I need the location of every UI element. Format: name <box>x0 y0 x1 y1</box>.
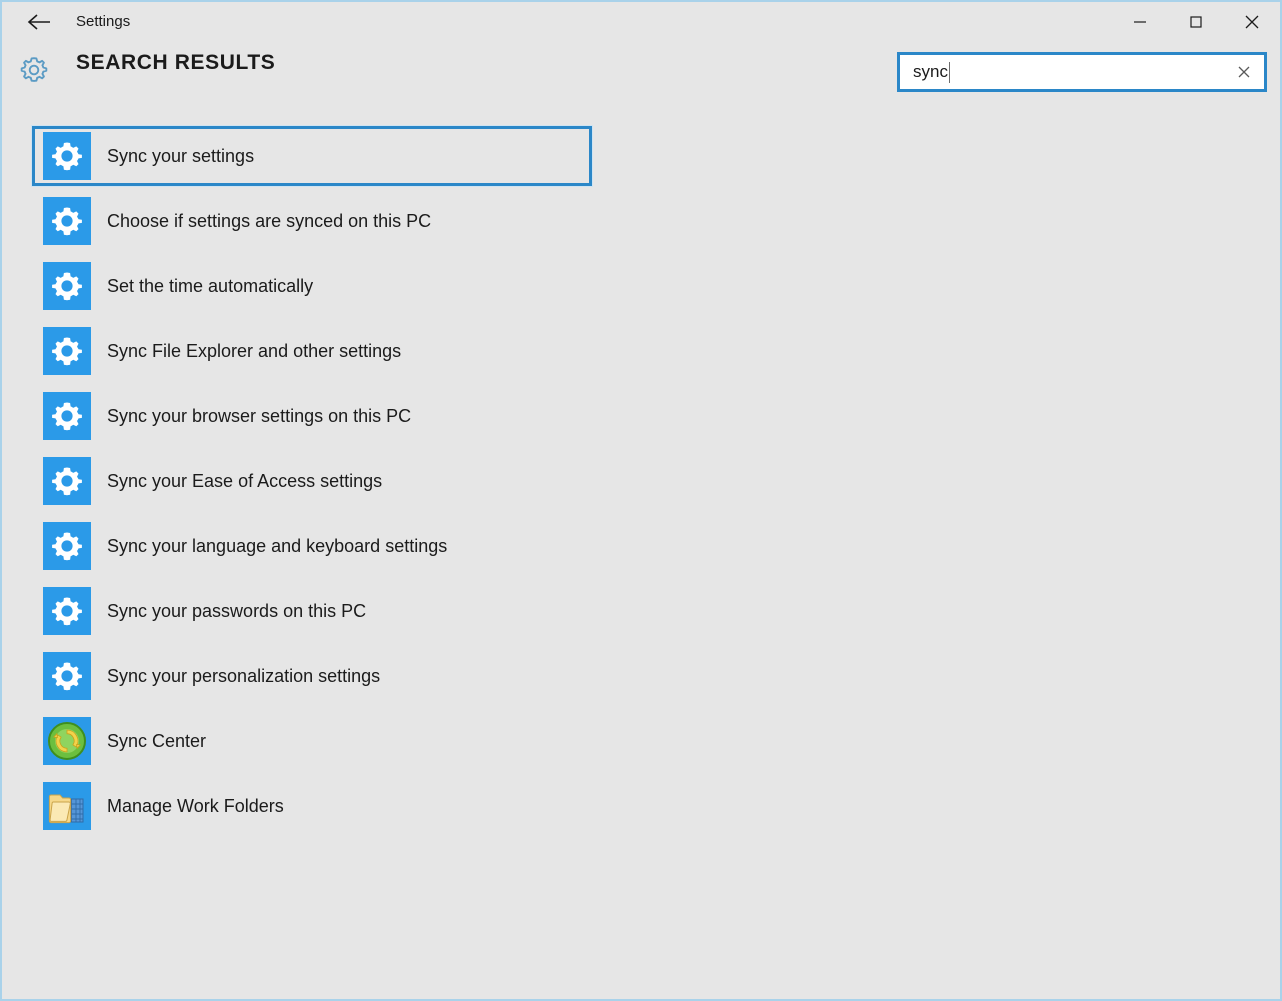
result-item[interactable]: Sync File Explorer and other settings <box>32 321 592 381</box>
back-arrow-icon <box>26 12 52 32</box>
search-input[interactable]: sync <box>900 55 1224 89</box>
result-item-label: Choose if settings are synced on this PC <box>107 210 432 231</box>
search-input-value: sync <box>913 62 948 81</box>
settings-window: Settings SEARCH RESULTS sync Sync your s… <box>0 0 1282 1001</box>
result-item[interactable]: Sync your language and keyboard settings <box>32 516 592 576</box>
gear-outline-icon <box>16 52 52 88</box>
gear-icon <box>43 197 91 245</box>
result-item[interactable]: Sync your settings <box>31 125 593 187</box>
gear-icon <box>43 587 91 635</box>
result-item-label: Set the time automatically <box>107 275 314 296</box>
gear-icon <box>43 392 91 440</box>
result-item-label: Sync your language and keyboard settings <box>107 535 448 556</box>
minimize-icon <box>1132 16 1148 28</box>
back-button[interactable] <box>16 2 62 42</box>
title-bar: Settings <box>2 2 1280 42</box>
sync-circle-icon <box>43 717 91 765</box>
result-item-label: Sync Center <box>107 730 207 751</box>
gear-icon <box>43 327 91 375</box>
minimize-button[interactable] <box>1112 2 1168 42</box>
result-item-label: Sync File Explorer and other settings <box>107 340 402 361</box>
result-item-label: Sync your settings <box>107 145 255 166</box>
close-icon <box>1243 13 1261 31</box>
result-item[interactable]: Choose if settings are synced on this PC <box>32 191 592 251</box>
result-item-label: Sync your personalization settings <box>107 665 381 686</box>
result-item-label: Manage Work Folders <box>107 795 284 816</box>
window-controls <box>1112 2 1280 42</box>
result-item[interactable]: Sync your Ease of Access settings <box>32 451 592 511</box>
page-title: SEARCH RESULTS <box>76 51 276 74</box>
close-icon <box>1235 63 1253 81</box>
gear-icon <box>43 132 91 180</box>
work-folder-icon <box>43 782 91 830</box>
result-item[interactable]: Sync your passwords on this PC <box>32 581 592 641</box>
result-item[interactable]: Sync Center <box>32 711 592 771</box>
result-item-label: Sync your Ease of Access settings <box>107 470 383 491</box>
gear-icon <box>43 522 91 570</box>
gear-icon <box>43 457 91 505</box>
close-button[interactable] <box>1224 2 1280 42</box>
result-item[interactable]: Set the time automatically <box>32 256 592 316</box>
text-caret <box>948 61 950 83</box>
search-box[interactable]: sync <box>897 52 1267 92</box>
result-item[interactable]: Manage Work Folders <box>32 776 592 836</box>
result-item-label: Sync your passwords on this PC <box>107 600 367 621</box>
gear-icon <box>43 652 91 700</box>
result-item[interactable]: Sync your personalization settings <box>32 646 592 706</box>
gear-icon <box>43 262 91 310</box>
maximize-button[interactable] <box>1168 2 1224 42</box>
maximize-icon <box>1188 14 1204 30</box>
search-results-list: Sync your settings Choose if settings are… <box>2 114 1280 999</box>
result-item-label: Sync your browser settings on this PC <box>107 405 412 426</box>
search-clear-button[interactable] <box>1224 55 1264 89</box>
window-title: Settings <box>76 13 131 30</box>
result-item[interactable]: Sync your browser settings on this PC <box>32 386 592 446</box>
